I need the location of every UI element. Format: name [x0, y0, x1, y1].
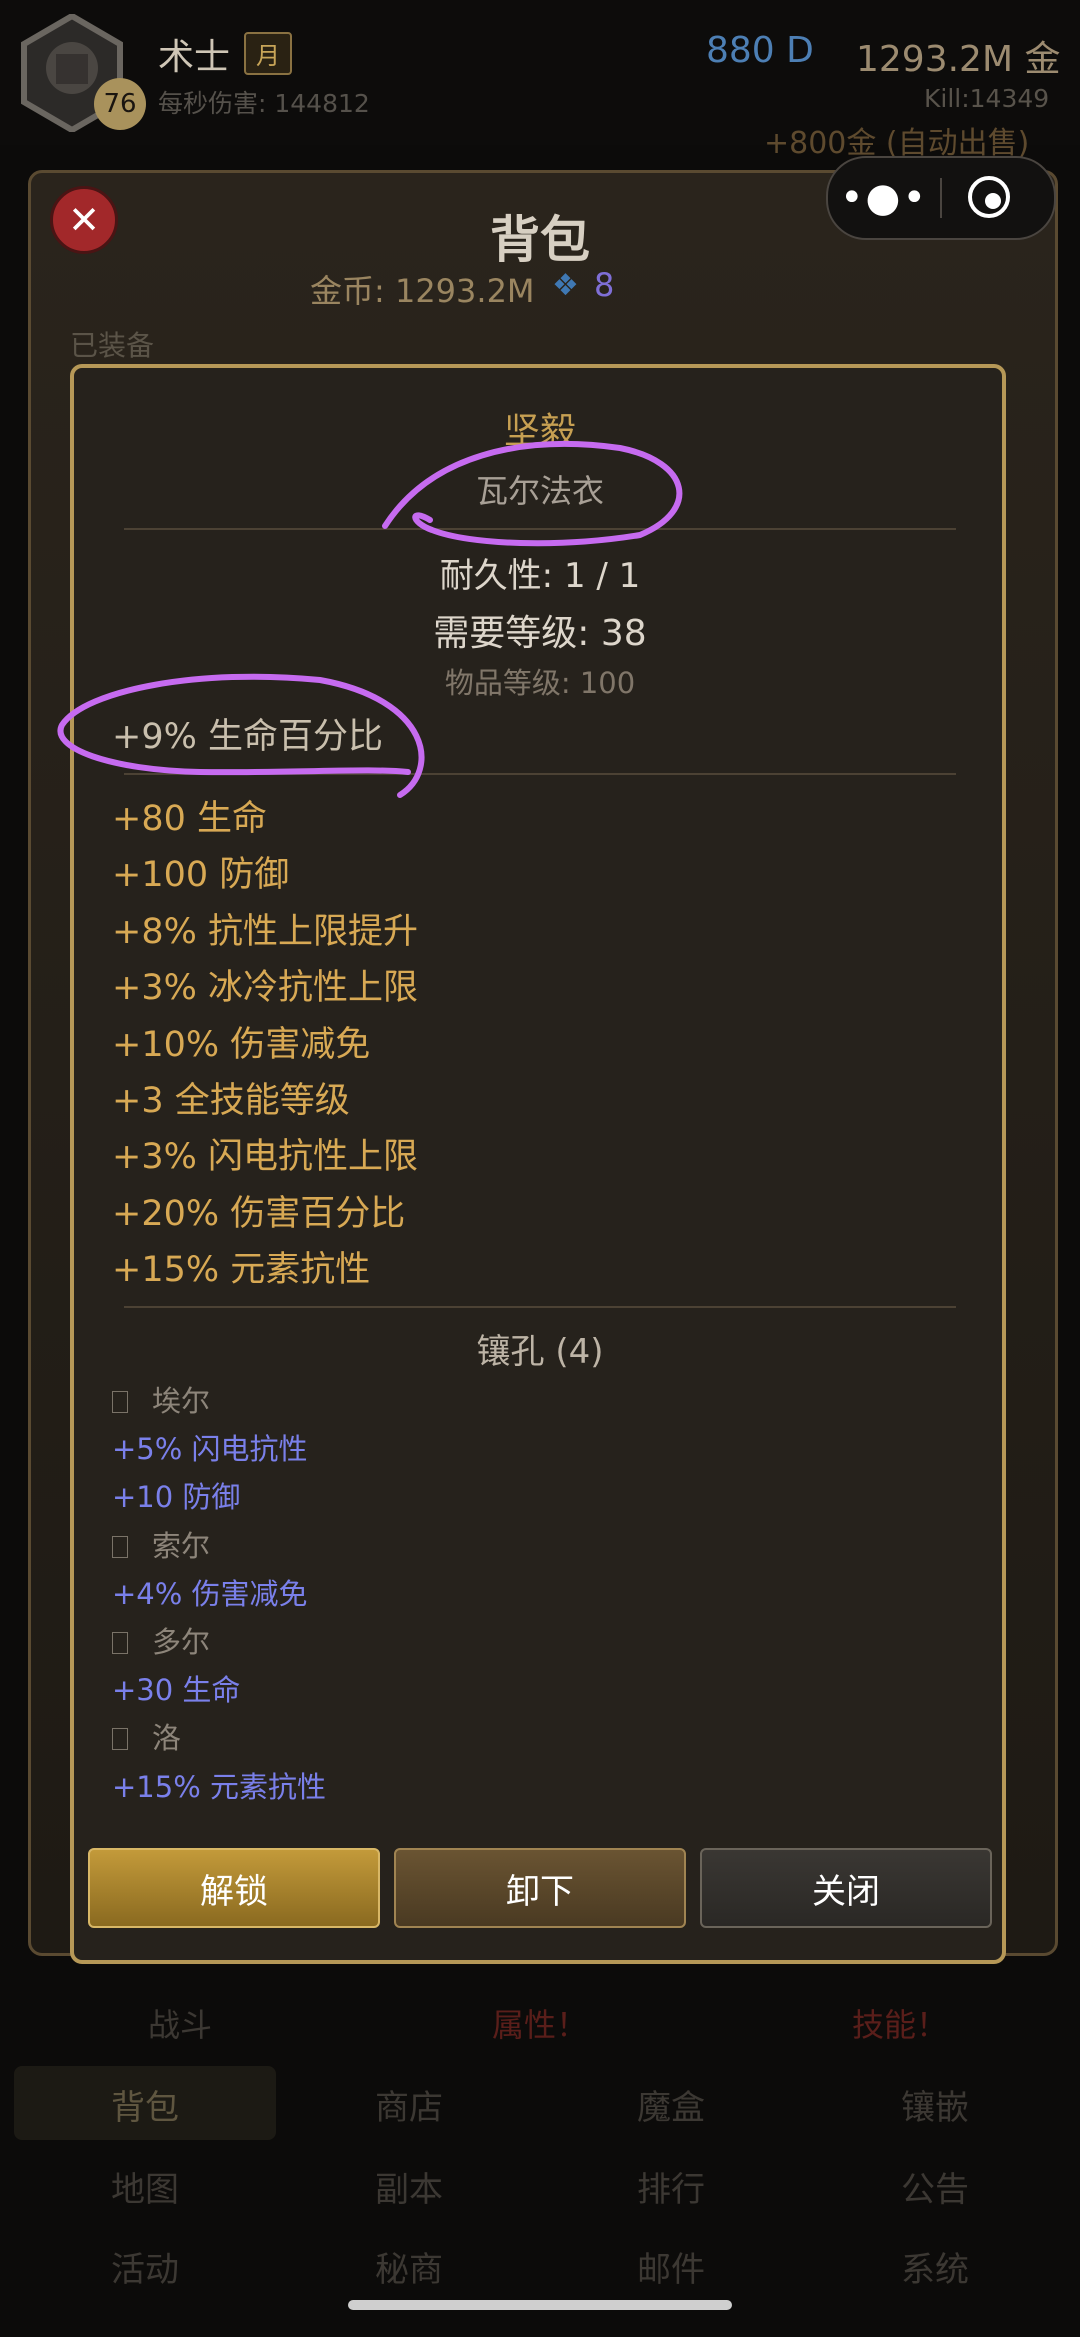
divider	[124, 528, 956, 530]
implicit-stat: +9% 生命百分比	[112, 717, 383, 757]
affix-line: +15% 元素抗性	[112, 1250, 371, 1291]
socket-rune: 洛	[112, 1715, 326, 1763]
rune-stat: +15% 元素抗性	[112, 1769, 326, 1804]
item-level: 物品等级: 100	[444, 666, 636, 700]
miniprogram-capsule: •●•	[826, 156, 1056, 240]
nav-cube[interactable]: 魔盒	[536, 2064, 806, 2144]
rune-icon	[112, 1631, 128, 1654]
tab-attributes[interactable]: 属性！	[360, 1990, 720, 2056]
rune-icon	[112, 1535, 128, 1558]
affix-line: +3% 闪电抗性上限	[112, 1137, 418, 1178]
nav-socket[interactable]: 镶嵌	[800, 2064, 1070, 2144]
gem-icon: ❖	[552, 268, 579, 303]
rune-stat: +30 生命	[112, 1673, 241, 1708]
class-badge: 月	[244, 32, 292, 75]
more-icon[interactable]: •●•	[828, 158, 940, 238]
kill-count: Kill:14349	[924, 84, 1050, 113]
diamond-count: 880 D	[706, 30, 814, 71]
close-button[interactable]: 关闭	[700, 1848, 992, 1928]
capsule-divider	[940, 178, 942, 218]
affix-line: +20% 伤害百分比	[112, 1193, 406, 1234]
equipped-section-label: 已装备	[70, 329, 155, 362]
affix-line: +8% 抗性上限提升	[112, 911, 418, 952]
socket-list: 埃尔 +5% 闪电抗性 +10 防御 索尔 +4% 伤害减免 多尔 +30 生命…	[112, 1378, 326, 1812]
rune-name: 索尔	[152, 1528, 211, 1563]
rune-name: 埃尔	[152, 1384, 211, 1418]
bag-gold: 金币: 1293.2M	[310, 272, 535, 310]
level-badge: 76	[94, 78, 146, 130]
socket-rune: 埃尔	[112, 1378, 326, 1426]
home-indicator[interactable]	[348, 2300, 732, 2310]
affix-line: +100 防御	[112, 855, 290, 896]
dps-label: 每秒伤害: 144812	[158, 89, 370, 118]
gold-count: 1293.2M 金	[856, 39, 1061, 80]
exit-target-icon[interactable]	[968, 176, 1010, 218]
nav-dungeon[interactable]: 副本	[274, 2146, 544, 2226]
divider	[124, 1306, 956, 1308]
affix-line: +3 全技能等级	[112, 1080, 350, 1121]
item-name: 坚毅	[503, 411, 576, 452]
affix-line: +80 生命	[112, 799, 267, 839]
tab-skills[interactable]: 技能！	[720, 1990, 1080, 2056]
unequip-button[interactable]: 卸下	[394, 1848, 686, 1928]
affix-line: +3% 冰冷抗性上限	[112, 968, 418, 1009]
socket-rune: 索尔	[112, 1523, 326, 1571]
nav-events[interactable]: 活动	[10, 2226, 280, 2306]
item-durability: 耐久性: 1 / 1	[439, 556, 641, 596]
socket-rune: 多尔	[112, 1619, 326, 1667]
rune-icon	[112, 1391, 128, 1413]
rune-stat: +4% 伤害减免	[112, 1576, 308, 1611]
rune-name: 多尔	[152, 1624, 211, 1659]
nav-bag[interactable]: 背包	[10, 2064, 280, 2144]
nav-shop[interactable]: 商店	[274, 2064, 544, 2144]
affix-line: +10% 伤害减免	[112, 1024, 371, 1065]
unlock-button[interactable]: 解锁	[88, 1848, 380, 1928]
affix-list: +80 生命 +100 防御 +8% 抗性上限提升 +3% 冰冷抗性上限 +10…	[112, 790, 418, 1298]
nav-mail[interactable]: 邮件	[536, 2226, 806, 2306]
tab-battle[interactable]: 战斗	[0, 1990, 360, 2056]
nav-system[interactable]: 系统	[800, 2226, 1070, 2306]
rune-stat: +10 防御	[112, 1480, 241, 1515]
bag-gem-count: 8	[594, 266, 615, 304]
item-base-type: 瓦尔法衣	[475, 472, 604, 510]
nav-announcement[interactable]: 公告	[800, 2146, 1070, 2226]
divider	[124, 773, 956, 775]
item-required-level: 需要等级: 38	[433, 613, 647, 654]
rune-name: 洛	[152, 1721, 182, 1756]
rune-icon	[112, 1728, 128, 1751]
nav-map[interactable]: 地图	[10, 2146, 280, 2226]
nav-secret-shop[interactable]: 秘商	[274, 2226, 544, 2306]
nav-ranking[interactable]: 排行	[536, 2146, 806, 2226]
rune-stat: +5% 闪电抗性	[112, 1432, 308, 1467]
character-name: 术士	[158, 37, 231, 78]
sockets-title: 镶孔 (4)	[476, 1332, 604, 1372]
